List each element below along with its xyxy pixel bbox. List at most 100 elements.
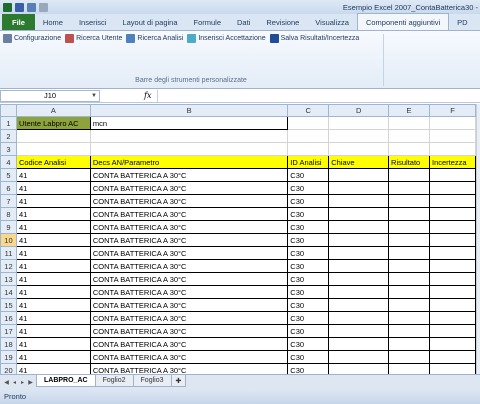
cell-b[interactable]: CONTA BATTERICA A 30°C [89,246,289,260]
cell-d[interactable] [328,194,390,208]
header-decs-parametro[interactable]: Decs AN/Parametro [89,155,289,169]
formula-input[interactable] [157,89,480,102]
cell-d[interactable] [328,246,390,260]
cell-a[interactable]: 41 [15,168,91,182]
cell-d[interactable] [328,207,390,221]
cell-c[interactable]: C30 [287,272,330,286]
cell-f[interactable] [429,246,476,260]
cell-f[interactable] [429,324,476,338]
cell-c2[interactable] [287,129,330,143]
cell-a[interactable]: 41 [15,233,91,247]
cell-a[interactable]: 41 [15,246,91,260]
undo-icon[interactable] [27,2,36,12]
tab-visualizza[interactable]: Visualizza [307,14,357,30]
header-risultato[interactable]: Risultato [388,155,430,169]
cell-d[interactable] [328,337,390,351]
tab-pd[interactable]: PD [449,14,475,30]
cell-e[interactable] [388,285,430,299]
redo-icon[interactable] [39,2,48,12]
cell-d[interactable] [328,285,390,299]
cell-e[interactable] [388,311,430,325]
cell-b1[interactable]: mcn [89,116,289,130]
row-header[interactable]: 2 [0,129,17,143]
tab-home[interactable]: Home [35,14,71,30]
cell-a[interactable]: 41 [15,350,91,364]
cell-a[interactable]: 41 [15,207,91,221]
cell-a2[interactable] [15,129,91,143]
cell-f[interactable] [429,181,476,195]
row-header[interactable]: 11 [0,246,17,260]
cell-d[interactable] [328,168,390,182]
tab-dati[interactable]: Dati [229,14,258,30]
row-header[interactable]: 16 [0,311,17,325]
ricerca-analisi-button[interactable]: Ricerca Analisi [126,34,183,43]
last-sheet-icon[interactable]: ▶ [27,378,34,386]
cell-c[interactable]: C30 [287,181,330,195]
cell-a[interactable]: 41 [15,337,91,351]
cell-d2[interactable] [328,129,390,143]
cell-e[interactable] [388,168,430,182]
next-sheet-icon[interactable]: ▸ [19,378,26,386]
new-sheet-icon[interactable]: ✚ [170,375,187,387]
cell-f[interactable] [429,194,476,208]
cell-b2[interactable] [89,129,289,143]
header-chiave[interactable]: Chiave [328,155,390,169]
header-id-analisi[interactable]: ID Analisi [287,155,330,169]
cell-c[interactable]: C30 [287,285,330,299]
cell-d[interactable] [328,181,390,195]
cell-c[interactable]: C30 [287,298,330,312]
cell-f[interactable] [429,311,476,325]
sheet-tab-foglio3[interactable]: Foglio3 [132,375,172,387]
cell-d[interactable] [328,324,390,338]
cell-b[interactable]: CONTA BATTERICA A 30°C [89,350,289,364]
column-header-a[interactable]: A [15,104,91,117]
row-header[interactable]: 3 [0,142,17,156]
tab-componenti-aggiuntivi[interactable]: Componenti aggiuntivi [356,13,450,30]
row-header[interactable]: 7 [0,194,17,208]
cell-c3[interactable] [287,142,330,156]
cell-e[interactable] [388,181,430,195]
tab-revisione[interactable]: Revisione [258,14,307,30]
cell-c[interactable]: C30 [287,207,330,221]
cell-a[interactable]: 41 [15,181,91,195]
cell-f3[interactable] [429,142,476,156]
row-header[interactable]: 6 [0,181,17,195]
row-header[interactable]: 19 [0,350,17,364]
column-header-c[interactable]: C [287,104,330,117]
cell-e3[interactable] [388,142,430,156]
cell-b[interactable]: CONTA BATTERICA A 30°C [89,259,289,273]
cell-e[interactable] [388,298,430,312]
cell-a[interactable]: 41 [15,311,91,325]
row-header[interactable]: 4 [0,155,17,169]
column-header-f[interactable]: F [429,104,476,117]
tab-layout-di-pagina[interactable]: Layout di pagina [114,14,185,30]
cell-e[interactable] [388,337,430,351]
column-header-e[interactable]: E [388,104,430,117]
cell-e[interactable] [388,220,430,234]
cell-b[interactable]: CONTA BATTERICA A 30°C [89,220,289,234]
cell-d[interactable] [328,233,390,247]
cell-c[interactable]: C30 [287,246,330,260]
cell-d[interactable] [328,350,390,364]
tab-file[interactable]: File [2,14,35,30]
prev-sheet-icon[interactable]: ◂ [11,378,18,386]
row-header[interactable]: 12 [0,259,17,273]
cell-b[interactable]: CONTA BATTERICA A 30°C [89,285,289,299]
row-header[interactable]: 8 [0,207,17,221]
cell-c[interactable]: C30 [287,194,330,208]
cell-b[interactable]: CONTA BATTERICA A 30°C [89,272,289,286]
cell-a[interactable]: 41 [15,194,91,208]
cell-b3[interactable] [89,142,289,156]
cell-e[interactable] [388,207,430,221]
cell-b[interactable]: CONTA BATTERICA A 30°C [89,207,289,221]
cell-e[interactable] [388,259,430,273]
cell-d1[interactable] [328,116,390,130]
row-header[interactable]: 17 [0,324,17,338]
column-header-d[interactable]: D [328,104,390,117]
cell-d[interactable] [328,311,390,325]
cell-c[interactable]: C30 [287,324,330,338]
cell-b[interactable]: CONTA BATTERICA A 30°C [89,324,289,338]
sheet-tab-foglio2[interactable]: Foglio2 [94,375,134,387]
function-icon[interactable]: fx [144,91,151,100]
cell-f[interactable] [429,259,476,273]
